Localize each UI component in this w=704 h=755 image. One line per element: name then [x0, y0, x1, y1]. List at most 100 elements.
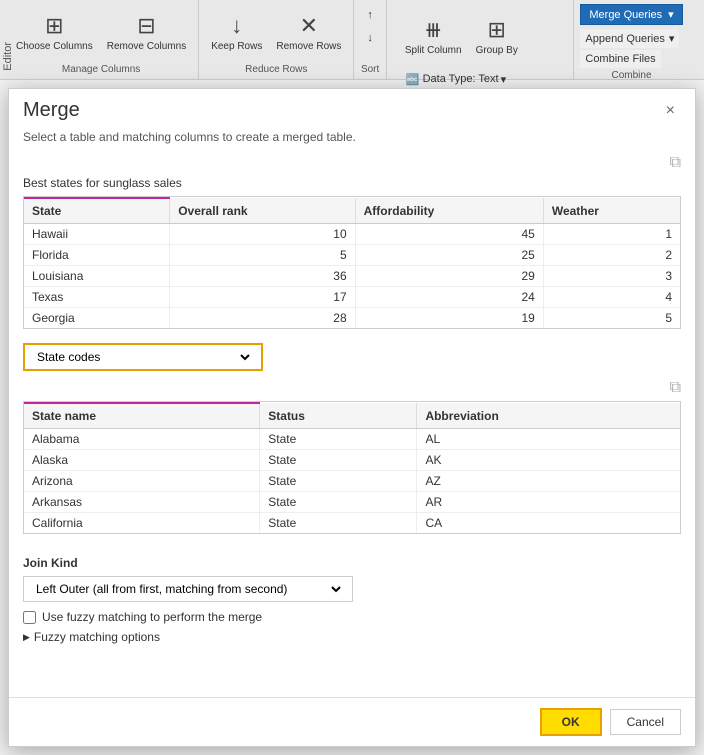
join-kind-dropdown[interactable]: Left Outer (all from first, matching fro… [23, 576, 353, 602]
cancel-button[interactable]: Cancel [610, 709, 681, 735]
table1-label: Best states for sunglass sales [23, 176, 681, 190]
table1-cell: Hawaii [24, 224, 170, 245]
table1-cell: 36 [170, 266, 355, 287]
table2-dropdown-wrapper: State codes [23, 343, 681, 371]
sort-desc-icon: ↓ [367, 32, 373, 44]
table1-cell: Florida [24, 245, 170, 266]
fuzzy-checkbox-label: Use fuzzy matching to perform the merge [42, 610, 262, 624]
table2-cell: Arizona [24, 471, 260, 492]
table1-cell: 4 [543, 287, 680, 308]
table1-cell: 17 [170, 287, 355, 308]
data-type-chevron-icon: ▾ [501, 73, 507, 86]
table1-col-header-0[interactable]: State [24, 198, 170, 224]
table1-cell: 2 [543, 245, 680, 266]
combine-files-label: Combine Files [585, 53, 655, 65]
sort-section: ↑ ↓ Sort [354, 0, 387, 79]
table2-col-header-2[interactable]: Abbreviation [417, 403, 680, 429]
table1-cell: 29 [355, 266, 543, 287]
table2-dropdown-select[interactable]: State codes [33, 349, 253, 365]
table2-wrapper: State name Status Abbreviation AlabamaSt… [23, 401, 681, 534]
group-by-icon: ⊞ [487, 17, 505, 43]
table-row: AlabamaStateAL [24, 429, 680, 450]
transform-section: ⧻ Split Column ⊞ Group By 🔤 Data Type: T… [387, 0, 575, 79]
combine-label: Combine [612, 70, 652, 81]
table1-cell: 45 [355, 224, 543, 245]
remove-columns-button[interactable]: ⊟ Remove Columns [101, 4, 192, 62]
table2-cell: AZ [417, 471, 680, 492]
table2-cell: Alaska [24, 450, 260, 471]
table-row: Louisiana36293 [24, 266, 680, 287]
fuzzy-checkbox-row: Use fuzzy matching to perform the merge [23, 610, 681, 624]
split-column-icon: ⧻ [424, 17, 442, 43]
table-row: ArkansasStateAR [24, 492, 680, 513]
table1: State Overall rank Affordability Weather… [24, 197, 680, 328]
data-type-button[interactable]: 🔤 Data Type: Text ▾ [399, 68, 562, 90]
join-kind-section: Join Kind Left Outer (all from first, ma… [23, 548, 681, 656]
remove-rows-icon: ✕ [300, 13, 318, 39]
table1-cell: Louisiana [24, 266, 170, 287]
manage-columns-label: Manage Columns [62, 64, 140, 75]
table1-cell: 24 [355, 287, 543, 308]
table-row: ArizonaStateAZ [24, 471, 680, 492]
append-queries-button[interactable]: Append Queries ▾ [580, 29, 679, 48]
table1-cell: Georgia [24, 308, 170, 329]
modal-subtitle: Select a table and matching columns to c… [9, 126, 695, 154]
table2-col-header-1[interactable]: Status [260, 403, 417, 429]
table2-cell: AR [417, 492, 680, 513]
group-by-button[interactable]: ⊞ Group By [470, 8, 524, 66]
fuzzy-options-link[interactable]: ▶ Fuzzy matching options [23, 630, 681, 644]
table2-cell: Arkansas [24, 492, 260, 513]
merge-queries-button[interactable]: Merge Queries ▾ [580, 4, 682, 25]
choose-columns-button[interactable]: ⊞ Choose Columns [10, 4, 99, 62]
keep-rows-icon: ↓ [231, 13, 242, 39]
table-row: Texas17244 [24, 287, 680, 308]
reduce-rows-label: Reduce Rows [245, 64, 307, 75]
combine-section: Merge Queries ▾ Append Queries ▾ Combine… [574, 0, 688, 79]
table2-cell: California [24, 513, 260, 534]
table2-cell: CA [417, 513, 680, 534]
table-row: AlaskaStateAK [24, 450, 680, 471]
modal-title: Merge [23, 99, 80, 122]
sort-label: Sort [361, 64, 379, 75]
table1-cell: 1 [543, 224, 680, 245]
table1-col-header-1[interactable]: Overall rank [170, 198, 355, 224]
remove-columns-icon: ⊟ [137, 13, 155, 39]
table2-icon-button[interactable]: ⧉ [670, 379, 681, 397]
modal-footer: OK Cancel [9, 697, 695, 746]
table-row: Florida5252 [24, 245, 680, 266]
sort-asc-icon: ↑ [367, 9, 373, 21]
split-column-button[interactable]: ⧻ Split Column [399, 8, 468, 66]
fuzzy-options-label: Fuzzy matching options [34, 630, 160, 644]
table1-cell: 25 [355, 245, 543, 266]
merge-queries-label: Merge Queries [589, 9, 662, 21]
keep-rows-button[interactable]: ↓ Keep Rows [205, 4, 268, 62]
table2-cell: Alabama [24, 429, 260, 450]
ok-button[interactable]: OK [540, 708, 602, 736]
table1-col-header-3[interactable]: Weather [543, 198, 680, 224]
table1-cell: Texas [24, 287, 170, 308]
table-row: Georgia28195 [24, 308, 680, 329]
table1-cell: 28 [170, 308, 355, 329]
table2-dropdown[interactable]: State codes [23, 343, 263, 371]
table1-icon-button[interactable]: ⧉ [670, 154, 681, 172]
join-kind-select[interactable]: Left Outer (all from first, matching fro… [32, 581, 344, 597]
merge-queries-chevron-icon: ▾ [668, 8, 674, 21]
remove-rows-button[interactable]: ✕ Remove Rows [270, 4, 347, 62]
fuzzy-checkbox[interactable] [23, 611, 36, 624]
editor-label: Editor [0, 40, 16, 73]
fuzzy-options-triangle-icon: ▶ [23, 632, 30, 643]
combine-files-button[interactable]: Combine Files [580, 50, 660, 68]
table1-cell: 19 [355, 308, 543, 329]
table2-cell: State [260, 492, 417, 513]
modal-close-button[interactable]: × [660, 100, 681, 122]
table2-cell: AL [417, 429, 680, 450]
sort-desc-button[interactable]: ↓ [360, 27, 380, 49]
modal-body: ⧉ Best states for sunglass sales State O… [9, 154, 695, 697]
table2-col-header-0[interactable]: State name [24, 403, 260, 429]
table1-col-header-2[interactable]: Affordability [355, 198, 543, 224]
data-type-icon: 🔤 [406, 73, 420, 86]
table2-cell: AK [417, 450, 680, 471]
sort-asc-button[interactable]: ↑ [360, 4, 380, 26]
table1-cell: 10 [170, 224, 355, 245]
choose-columns-icon: ⊞ [45, 13, 63, 39]
